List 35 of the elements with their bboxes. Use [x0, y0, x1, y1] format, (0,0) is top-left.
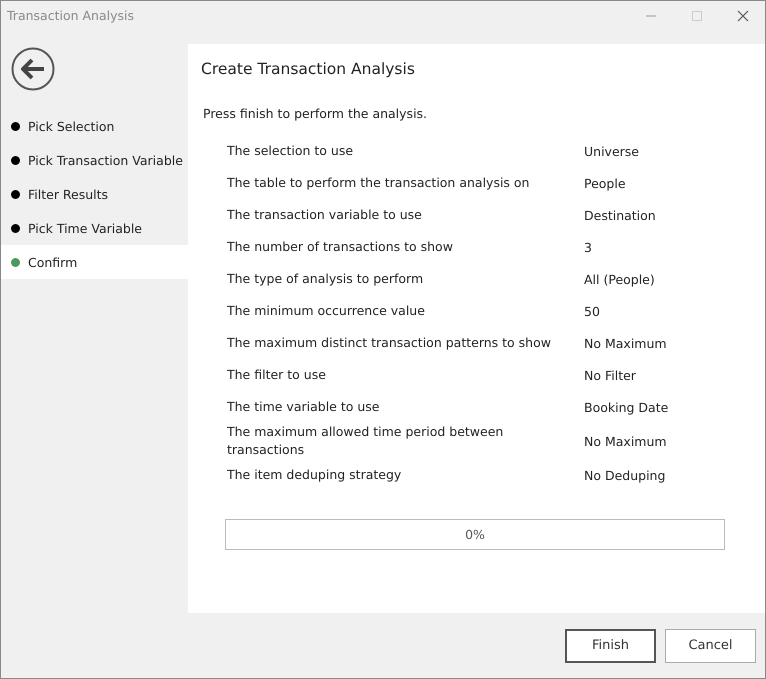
setting-value: People [584, 176, 627, 190]
step-item[interactable]: Confirm [1, 245, 188, 279]
setting-value: All (People) [584, 272, 656, 286]
close-icon[interactable] [737, 10, 749, 22]
setting-value: Destination [584, 208, 657, 222]
setting-label: The number of transactions to show [227, 238, 454, 256]
setting-label: The type of analysis to perform [227, 270, 424, 288]
back-button[interactable] [11, 47, 55, 91]
setting-value: Universe [584, 144, 640, 158]
setting-value: 3 [584, 240, 593, 254]
setting-label: The maximum distinct transaction patterns to show [227, 334, 552, 352]
setting-value: Booking Date [584, 400, 670, 414]
page-heading: Create Transaction Analysis [201, 60, 416, 78]
setting-label: The filter to use [227, 366, 327, 384]
setting-label: The transaction variable to use [227, 206, 423, 224]
setting-value: 50 [584, 304, 601, 318]
setting-label: The selection to use [227, 142, 354, 160]
setting-label: The time variable to use [227, 398, 380, 416]
step-item[interactable]: Filter Results [1, 177, 188, 211]
setting-value: No Filter [584, 368, 637, 382]
step-item[interactable]: Pick Time Variable [1, 211, 188, 245]
setting-label: The maximum allowed time period between transactions [227, 423, 504, 459]
cancel-button[interactable]: Cancel [665, 628, 756, 662]
setting-value: No Maximum [584, 336, 668, 350]
setting-label: The item deduping strategy [227, 466, 402, 484]
finish-button[interactable]: Finish [565, 628, 656, 662]
step-item[interactable]: Pick Selection [1, 109, 188, 143]
window-title: Transaction Analysis [7, 8, 134, 23]
step-item[interactable]: Pick Transaction Variable [1, 143, 188, 177]
setting-label: The minimum occurrence value [227, 302, 426, 320]
setting-label: The table to perform the transaction analysis on [227, 174, 530, 192]
progress-reading: 0% [465, 527, 485, 542]
setting-value: No Maximum [584, 434, 668, 448]
setting-value: No Deduping [584, 468, 666, 482]
instruction-text: Press finish to perform the analysis. [202, 106, 428, 121]
